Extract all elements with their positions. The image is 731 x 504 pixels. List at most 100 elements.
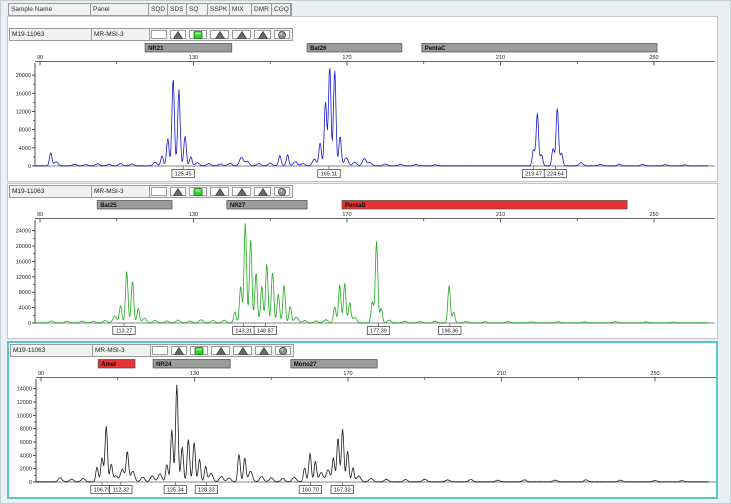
y-tick-label: 20000 [16,244,31,250]
y-tick-label: 24000 [16,229,31,235]
marker-label: Amel [101,362,116,368]
pass-green-square-icon [194,347,204,355]
gray-circle-icon [278,347,288,355]
x-tick-label: 130 [189,55,198,61]
flag-cell-cgq[interactable] [275,346,291,355]
electropherogram-plot[interactable]: NR21Bat26PentaC9013017021025004000800012… [9,42,717,183]
flag-cell-mix[interactable] [233,346,252,355]
sample-name-cell[interactable]: M19-11063 [10,186,92,197]
y-tick-label: 0 [28,321,31,327]
flag-cell-sds[interactable] [170,187,186,196]
signal-trace [36,385,709,482]
y-tick-label: 12000 [17,400,32,406]
sample-info-row[interactable]: M19-11063 MR-MSI-3 [10,344,294,357]
y-tick-label: 0 [29,480,32,486]
x-tick-label: 90 [38,371,44,377]
flag-cell-sq[interactable] [189,187,207,196]
peak-size-label: 125.34 [167,488,184,494]
column-header-mix[interactable]: MIX [230,4,252,15]
column-header-dmr[interactable]: DMR [252,4,272,15]
column-header-sqd[interactable]: SQD [149,4,168,15]
x-tick-label: 130 [189,212,198,218]
electropherogram-plot[interactable]: AmelNR24Mono2790130170210250020004000600… [10,358,718,499]
signal-trace [35,69,708,167]
warning-triangle-icon [258,31,268,39]
y-tick-label: 8000 [19,128,31,134]
flag-cell-sq[interactable] [190,346,208,355]
warning-triangle-icon [215,188,225,196]
electropherogram-panel-2[interactable]: M19-11063 MR-MSI-3 Bat25NR27PentaB901301… [7,183,718,339]
sample-name-cell[interactable]: M19-11063 [11,345,93,356]
flag-cell-dmr[interactable] [255,346,272,355]
warning-triangle-icon [258,188,268,196]
peak-size-label: 143.31 [235,329,252,335]
y-tick-label: 10000 [17,413,32,419]
x-tick-label: 210 [496,55,505,61]
flag-cell-sspk[interactable] [210,187,229,196]
y-tick-label: 4000 [20,453,32,459]
sample-info-row[interactable]: M19-11063 MR-MSI-3 [9,28,293,41]
peak-size-label: 125.45 [175,172,192,178]
flag-cell-cgq[interactable] [274,30,290,39]
x-tick-label: 130 [190,371,199,377]
marker-bar-PentaC[interactable] [422,44,657,53]
sample-name-cell[interactable]: M19-11063 [10,29,92,40]
panel-name-cell[interactable]: MR-MSI-3 [92,186,150,197]
gray-circle-icon [277,31,287,39]
peak-size-label: 160.70 [302,488,319,494]
flag-cell-sq[interactable] [189,30,207,39]
marker-label: Bat25 [100,203,117,209]
warning-triangle-icon [174,347,184,355]
sample-info-row[interactable]: M19-11063 MR-MSI-3 [9,185,293,198]
msi-electropherogram-view: Sample Name Panel SQD SDS SQ SSPK MIX DM… [0,0,731,504]
warning-triangle-icon [237,31,247,39]
peak-size-label: 167.32 [334,488,351,494]
warning-triangle-icon [173,188,183,196]
column-header-panel[interactable]: Panel [91,4,149,15]
flag-cell-sds[interactable] [170,30,186,39]
y-tick-label: 20000 [16,73,31,79]
flag-cell-mix[interactable] [232,187,251,196]
flag-cell-sspk[interactable] [210,30,229,39]
flag-cell-sspk[interactable] [211,346,230,355]
flag-cell-sds[interactable] [171,346,187,355]
flag-cell-dmr[interactable] [254,30,271,39]
warning-triangle-icon [173,31,183,39]
gray-circle-icon [277,188,287,196]
electropherogram-plot[interactable]: Bat25NR27PentaB9013017021025004000800012… [9,199,717,340]
peak-size-label: 148.87 [257,329,274,335]
flag-cell-sqd[interactable] [151,187,167,196]
y-tick-label: 0 [28,164,31,170]
column-header-sq[interactable]: SQ [187,4,208,15]
peak-size-label: 113.27 [116,329,132,335]
column-header-sample-name[interactable]: Sample Name [9,4,91,15]
marker-bar-PentaB[interactable] [342,201,627,210]
panel-name-cell[interactable]: MR-MSI-3 [93,345,151,356]
warning-triangle-icon [237,188,247,196]
x-tick-label: 170 [342,55,351,61]
empty-flag-icon [155,347,165,355]
pass-green-square-icon [193,31,203,39]
column-header-cgq[interactable]: CGQ [272,4,291,15]
y-tick-label: 14000 [17,387,32,393]
electropherogram-panel-1[interactable]: M19-11063 MR-MSI-3 NR21Bat26PentaC901301… [7,16,718,182]
flag-cell-sqd[interactable] [151,30,167,39]
column-header-sds[interactable]: SDS [168,4,187,15]
marker-label: NR21 [148,46,164,52]
column-header-sspk[interactable]: SSPK [208,4,230,15]
pass-green-square-icon [193,188,203,196]
flag-cell-mix[interactable] [232,30,251,39]
flag-cell-cgq[interactable] [274,187,290,196]
flag-cell-dmr[interactable] [254,187,271,196]
x-tick-label: 90 [37,55,43,61]
panel-name-cell[interactable]: MR-MSI-3 [92,29,150,40]
peak-size-label: 165.11 [321,172,337,178]
y-tick-label: 2000 [20,467,32,473]
signal-trace [35,224,708,323]
peak-size-label: 112.32 [113,488,129,494]
flag-cell-sqd[interactable] [152,346,168,355]
peak-size-label: 219.47 [525,172,542,178]
peak-size-label: 106.79 [94,488,111,494]
warning-triangle-icon [216,347,226,355]
electropherogram-panel-3-selected[interactable]: M19-11063 MR-MSI-3 AmelNR24Mono279013017… [7,341,718,499]
